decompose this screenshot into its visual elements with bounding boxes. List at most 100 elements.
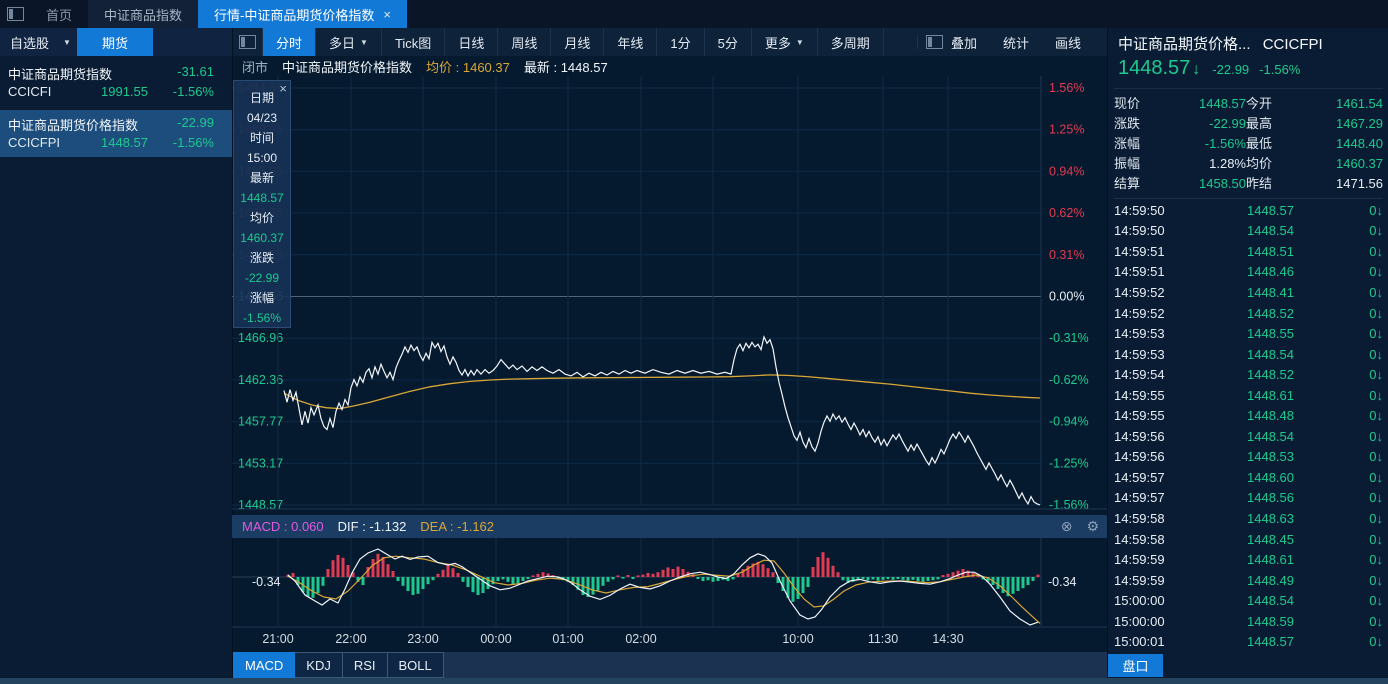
macd-histogram-bar — [451, 568, 455, 577]
macd-histogram-bar — [611, 577, 615, 580]
intraday-price-chart[interactable]: 1494.551.56%1489.951.25%1485.350.94%1480… — [232, 76, 1107, 512]
toolbar-link-画线[interactable]: 画线 — [1055, 33, 1081, 52]
macd-histogram-bar — [531, 575, 535, 577]
price-line — [283, 335, 1041, 506]
trade-row[interactable]: 14:59:51 1448.46 0↓ — [1114, 262, 1383, 283]
indicator-tab-MACD[interactable]: MACD — [233, 652, 296, 678]
stat-label: 振幅 — [1114, 156, 1141, 171]
time-axis-label: 02:00 — [625, 632, 657, 646]
period-button-分时[interactable]: 分时 — [263, 28, 317, 56]
toolbar-link-统计[interactable]: 统计 — [1003, 33, 1029, 52]
top-tab-bar: 首页 中证商品指数 行情-中证商品期货价格指数 × — [0, 0, 1388, 28]
trade-row[interactable]: 14:59:59 1448.61 0↓ — [1114, 549, 1383, 570]
watchlist-dropdown[interactable]: 自选股 ▼ — [10, 28, 71, 56]
trade-row[interactable]: 14:59:58 1448.63 0↓ — [1114, 508, 1383, 529]
tooltip-close-icon[interactable]: × — [279, 81, 287, 96]
down-arrow-icon: ↓ — [1376, 326, 1384, 342]
trade-row[interactable]: 14:59:55 1448.61 0↓ — [1114, 385, 1383, 406]
trade-row[interactable]: 14:59:56 1448.53 0↓ — [1114, 447, 1383, 468]
down-arrow-icon: ↓ — [1376, 367, 1384, 383]
period-button-日线[interactable]: 日线 — [445, 28, 499, 56]
period-button-多日[interactable]: 多日 ▼ — [316, 28, 382, 56]
trade-row[interactable]: 14:59:58 1448.45 0↓ — [1114, 529, 1383, 550]
period-button-Tick图[interactable]: Tick图 — [382, 28, 446, 56]
trade-row[interactable]: 14:59:53 1448.55 0↓ — [1114, 323, 1383, 344]
trade-row[interactable]: 14:59:56 1448.54 0↓ — [1114, 426, 1383, 447]
watchlist-dropdown-label: 自选股 — [10, 35, 50, 51]
indicator-tab-BOLL[interactable]: BOLL — [387, 652, 444, 678]
macd-histogram-bar — [421, 577, 425, 589]
trade-row[interactable]: 14:59:50 1448.54 0↓ — [1114, 221, 1383, 242]
collapse-right-panel-button[interactable] — [916, 35, 951, 49]
trade-row[interactable]: 14:59:57 1448.60 0↓ — [1114, 467, 1383, 488]
trade-time: 15:00:00 — [1114, 613, 1165, 629]
stat-value: -1.56% — [1204, 136, 1246, 151]
trade-qty: 0↓ — [1369, 531, 1383, 547]
trade-row[interactable]: 15:00:00 1448.54 0↓ — [1114, 590, 1383, 611]
close-indicator-icon[interactable]: ⊗ — [1061, 518, 1073, 535]
trade-row[interactable]: 15:00:01 1448.57 0↓ — [1114, 631, 1383, 652]
macd-histogram-bar — [1036, 574, 1040, 577]
price-axis-label: 1462.36 — [238, 373, 283, 387]
macd-axis-label-right: -0.34 — [1048, 575, 1077, 589]
tab-quote-active[interactable]: 行情-中证商品期货价格指数 × — [198, 0, 407, 28]
trade-qty: 0↓ — [1369, 264, 1383, 280]
trade-row[interactable]: 14:59:51 1448.51 0↓ — [1114, 241, 1383, 262]
tab-home[interactable]: 首页 — [30, 0, 88, 28]
stat-label: 涨跌 — [1114, 116, 1141, 131]
macd-histogram-bar — [391, 571, 395, 577]
indicator-tab-RSI[interactable]: RSI — [342, 652, 388, 678]
instrument-change: -31.61 — [177, 64, 214, 79]
macd-histogram-bar — [346, 565, 350, 577]
trade-row[interactable]: 14:59:52 1448.52 0↓ — [1114, 303, 1383, 324]
down-arrow-icon: ↓ — [1376, 490, 1384, 506]
period-button-5分[interactable]: 5分 — [705, 28, 752, 56]
macd-histogram-bar — [416, 577, 420, 594]
trade-row[interactable]: 14:59:52 1448.41 0↓ — [1114, 282, 1383, 303]
watchlist-item[interactable]: 中证商品期货指数 -31.61 CCICFI 1991.55 -1.56% — [0, 59, 232, 106]
dif-value-label: DIF : -1.132 — [337, 519, 407, 534]
tab-futures[interactable]: 期货 — [77, 28, 153, 56]
toolbar-link-叠加[interactable]: 叠加 — [951, 33, 977, 52]
macd-histogram-bar — [626, 575, 630, 577]
depth-tab-button[interactable]: 盘口 — [1108, 654, 1163, 677]
trade-row[interactable]: 14:59:59 1448.49 0↓ — [1114, 570, 1383, 591]
macd-histogram-bar — [801, 577, 805, 593]
macd-histogram-bar — [896, 577, 900, 579]
trade-row[interactable]: 14:59:55 1448.48 0↓ — [1114, 405, 1383, 426]
watchlist-item[interactable]: 中证商品期货价格指数 -22.99 CCICFPI 1448.57 -1.56% — [0, 110, 232, 157]
watchlist-header: 自选股 ▼ 期货 — [0, 28, 232, 56]
period-button-年线[interactable]: 年线 — [604, 28, 658, 56]
trade-price: 1448.41 — [1247, 284, 1294, 300]
period-button-多周期[interactable]: 多周期 — [818, 28, 884, 56]
chevron-down-icon: ▼ — [63, 37, 71, 47]
trade-row[interactable]: 14:59:54 1448.52 0↓ — [1114, 364, 1383, 385]
period-button-更多[interactable]: 更多 ▼ — [752, 28, 818, 56]
collapse-left-panel-button[interactable] — [233, 28, 263, 56]
close-tab-icon[interactable]: × — [383, 7, 391, 22]
stat-value: 1.28% — [1209, 156, 1246, 171]
instrument-name-label: 中证商品期货价格指数 — [282, 59, 413, 75]
period-button-周线[interactable]: 周线 — [498, 28, 552, 56]
macd-indicator-chart[interactable]: -0.34 -0.34 — [232, 538, 1107, 628]
stat-value: 1460.37 — [1336, 156, 1383, 171]
trade-price: 1448.54 — [1247, 223, 1294, 239]
trade-row[interactable]: 14:59:57 1448.56 0↓ — [1114, 488, 1383, 509]
indicator-settings-gear-icon[interactable]: ⚙ — [1086, 518, 1099, 535]
time-axis-label: 21:00 — [262, 632, 294, 646]
down-arrow-icon: ↓ — [1376, 572, 1384, 588]
trade-tick-list[interactable]: 14:59:50 1448.57 0↓ 14:59:50 1448.54 0↓ 14:59:… — [1114, 200, 1383, 652]
tooltip-row: -22.99 — [244, 271, 280, 285]
macd-histogram-bar — [881, 577, 885, 580]
trade-price: 1448.55 — [1247, 326, 1294, 342]
app-menu-button[interactable] — [0, 0, 30, 28]
trade-row[interactable]: 14:59:53 1448.54 0↓ — [1114, 344, 1383, 365]
period-button-1分[interactable]: 1分 — [657, 28, 705, 56]
tab-index[interactable]: 中证商品指数 — [88, 0, 199, 28]
trade-row[interactable]: 15:00:00 1448.59 0↓ — [1114, 611, 1383, 632]
quote-stats-grid: 现价 1448.57 今开 1461.54 涨跌 -22.99 最高 1467.29 涨幅 -1.… — [1114, 88, 1383, 199]
indicator-tab-KDJ[interactable]: KDJ — [295, 652, 343, 678]
period-button-月线[interactable]: 月线 — [551, 28, 605, 56]
trade-row[interactable]: 14:59:50 1448.57 0↓ — [1114, 200, 1383, 221]
pct-axis-label: 1.25% — [1049, 123, 1084, 137]
